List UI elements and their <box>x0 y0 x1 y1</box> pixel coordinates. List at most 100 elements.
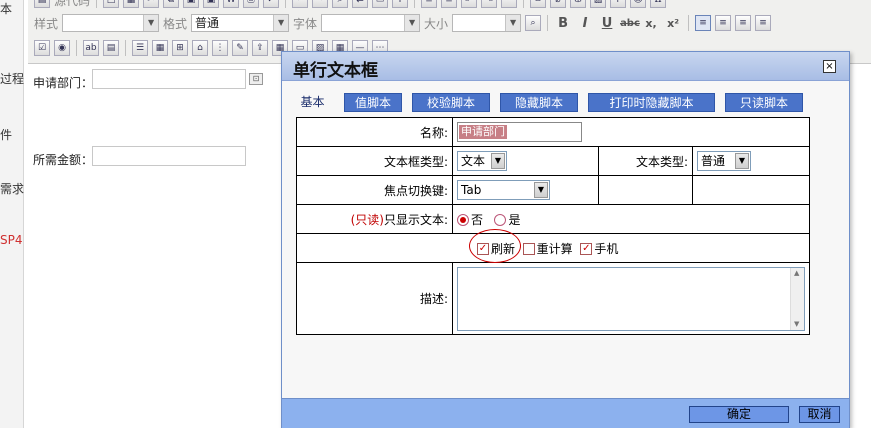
recalc-checkbox[interactable] <box>522 243 535 255</box>
preview-icon[interactable]: □ <box>103 0 120 8</box>
undo-icon[interactable]: ↶ <box>292 0 309 8</box>
amount-input[interactable] <box>92 146 246 166</box>
source-label[interactable]: 源代码 <box>54 0 90 9</box>
align-left-icon[interactable]: ≡ <box>695 15 712 31</box>
find-icon[interactable]: ⌕ <box>525 15 542 31</box>
left-item[interactable]: 本 <box>0 0 12 17</box>
left-item[interactable]: 需求 <box>0 180 24 197</box>
readonly-no-label[interactable]: 否 <box>471 213 483 227</box>
list-tool-icon[interactable]: ☰ <box>132 40 148 56</box>
outdent-icon[interactable]: ⇤ <box>461 0 478 8</box>
strike-button[interactable]: abc <box>620 18 640 29</box>
cancel-button[interactable]: 取消 <box>799 406 840 423</box>
focus-key-cell: Tab ▼ <box>452 175 599 205</box>
department-input[interactable] <box>92 69 246 89</box>
form-tool-icon[interactable]: ⊞ <box>172 40 188 56</box>
format-select[interactable]: 普通 ▼ <box>191 14 290 32</box>
select-all-icon[interactable]: ▭ <box>372 0 389 8</box>
amount-label: 所需金额： <box>33 153 94 167</box>
anchor-icon[interactable]: ⚓ <box>570 0 587 8</box>
mobile-checkbox[interactable]: ✓ <box>580 243 593 255</box>
align-center-icon[interactable]: ≡ <box>715 15 732 31</box>
dialog-footer: 确定 取消 <box>282 398 849 428</box>
redo-icon[interactable]: ↷ <box>312 0 329 8</box>
tab-value-script[interactable]: 值脚本 <box>344 93 402 112</box>
readonly-yes-radio[interactable] <box>494 214 507 226</box>
tab-hide-script[interactable]: 隐藏脚本 <box>500 93 578 112</box>
paste-word-icon[interactable]: W <box>223 0 240 8</box>
bullet-list-icon[interactable]: ≡ <box>441 0 458 8</box>
upload-tool-icon[interactable]: ⇪ <box>252 40 268 56</box>
unlink-icon[interactable]: ⌀ <box>550 0 567 8</box>
source-icon[interactable]: ▤ <box>34 0 50 8</box>
desc-scrollbar[interactable]: ▲ ▼ <box>790 267 804 330</box>
style-select[interactable]: ▼ <box>62 14 160 32</box>
font-select[interactable]: ▼ <box>321 14 421 32</box>
smiley-icon[interactable]: ☺ <box>630 0 647 8</box>
ok-button[interactable]: 确定 <box>689 406 789 423</box>
tab-basic[interactable]: 基本 <box>294 93 331 112</box>
desc-textarea[interactable]: ▲ ▼ <box>457 266 805 331</box>
properties-form: 名称: 申请部门 文本框类型: 文本 ▼ 文本类型: 普通 ▼ 焦点切换键: Tab… <box>296 117 810 335</box>
replace-icon[interactable]: ⇄ <box>352 0 369 8</box>
find-icon[interactable]: ⌕ <box>332 0 349 8</box>
align-justify-icon[interactable]: ≡ <box>755 15 772 31</box>
dialog-title: 单行文本框 <box>293 61 378 81</box>
size-select[interactable]: ▼ <box>452 14 522 32</box>
size-label: 大小 <box>424 16 449 31</box>
close-icon[interactable]: × <box>823 60 836 73</box>
scroll-up-icon[interactable]: ▲ <box>794 269 799 277</box>
scroll-down-icon[interactable]: ▼ <box>794 320 799 328</box>
focus-key-select[interactable]: Tab ▼ <box>457 180 550 200</box>
paste-icon[interactable]: ▣ <box>183 0 200 8</box>
readonly-yes-label[interactable]: 是 <box>508 213 520 227</box>
textbox-type-select[interactable]: 文本 ▼ <box>457 151 507 171</box>
tree-tool-icon[interactable]: ⋮ <box>212 40 228 56</box>
print-icon[interactable]: ⎙ <box>243 0 260 8</box>
text-type-select[interactable]: 普通 ▼ <box>697 151 751 171</box>
blockquote-icon[interactable]: ❝ <box>501 0 518 8</box>
spellcheck-icon[interactable]: ✓ <box>263 0 280 8</box>
calendar-tool-icon[interactable]: ▦ <box>152 40 168 56</box>
tab-validation-script[interactable]: 校验脚本 <box>412 93 490 112</box>
readonly-no-radio[interactable] <box>457 214 469 226</box>
textfield-tool-icon[interactable]: ab <box>83 40 99 56</box>
italic-button[interactable]: I <box>576 16 594 31</box>
left-item[interactable]: 件 <box>0 126 12 143</box>
mobile-label[interactable]: 手机 <box>594 242 618 256</box>
align-right-icon[interactable]: ≡ <box>735 15 752 31</box>
tab-readonly-script[interactable]: 只读脚本 <box>725 93 803 112</box>
image-icon[interactable]: ▨ <box>590 0 607 8</box>
superscript-button[interactable]: x² <box>664 17 682 30</box>
copy-icon[interactable]: ⧉ <box>163 0 180 8</box>
font-label: 字体 <box>293 16 318 31</box>
sign-tool-icon[interactable]: ✎ <box>232 40 248 56</box>
flash-icon[interactable]: f <box>610 0 627 8</box>
radio-tool-icon[interactable]: ◉ <box>54 40 70 56</box>
desc-cell: ▲ ▼ <box>452 262 810 335</box>
dialog-title-bar[interactable]: 单行文本框 × <box>282 52 849 81</box>
left-item[interactable]: SP4 <box>0 233 23 247</box>
underline-button[interactable]: U <box>598 16 616 31</box>
cut-icon[interactable]: ✂ <box>143 0 160 8</box>
remove-format-icon[interactable]: T <box>392 0 409 8</box>
checkbox-tool-icon[interactable]: ☑ <box>34 40 50 56</box>
name-input[interactable]: 申请部门 <box>457 122 582 142</box>
template-icon[interactable]: ▦ <box>123 0 140 8</box>
divider <box>414 0 416 8</box>
textarea-tool-icon[interactable]: ▤ <box>103 40 119 56</box>
link-icon[interactable]: ∞ <box>530 0 547 8</box>
indent-icon[interactable]: ⇥ <box>481 0 498 8</box>
readonly-label: 只显示文本: <box>383 212 448 227</box>
field-settings-icon[interactable]: ⊡ <box>249 73 263 85</box>
name-cell: 申请部门 <box>452 117 810 147</box>
special-char-icon[interactable]: Ω <box>650 0 667 8</box>
subscript-button[interactable]: x, <box>642 17 660 30</box>
bank-tool-icon[interactable]: ⌂ <box>192 40 208 56</box>
paste-text-icon[interactable]: ▣ <box>203 0 220 8</box>
left-item[interactable]: 过程 <box>0 70 24 87</box>
recalc-label[interactable]: 重计算 <box>537 242 573 256</box>
bold-button[interactable]: B <box>554 16 572 31</box>
tab-print-hide-script[interactable]: 打印时隐藏脚本 <box>588 93 715 112</box>
numbered-list-icon[interactable]: ≡ <box>421 0 438 8</box>
